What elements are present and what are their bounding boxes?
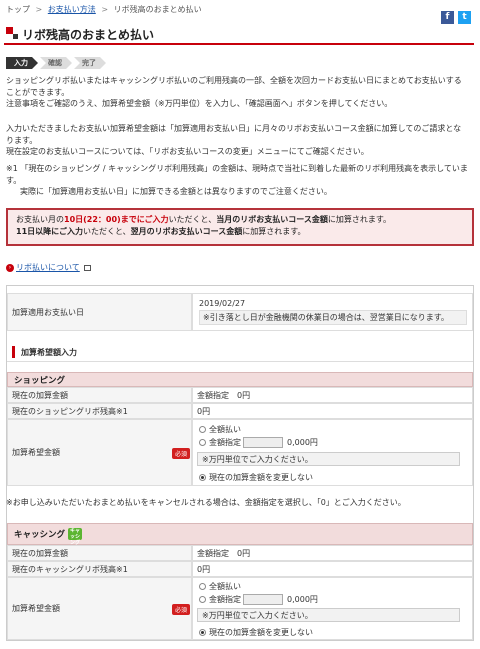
cashing-balance-label: 現在のキャッシングリボ残高※1 (7, 561, 192, 577)
required-badge: 必須 (172, 448, 191, 459)
step-indicator: 入力 確認 完了 (6, 57, 108, 69)
radio-button[interactable] (199, 439, 206, 446)
intro-text: ショッピングリボ払いまたはキャッシングリボ払いのご利用残高の一部、全額を次回カー… (6, 76, 462, 108)
radio-button-selected[interactable] (199, 474, 206, 481)
breadcrumb-top[interactable]: トップ (6, 5, 30, 14)
breadcrumb-separator: > (101, 5, 109, 14)
page-title-bar: リボ残高のおまとめ払い (4, 24, 474, 45)
cashing-amount-input[interactable] (243, 594, 283, 605)
arrow-circle-icon: › (6, 263, 14, 272)
external-window-icon (84, 264, 92, 271)
required-badge: 必須 (172, 604, 191, 615)
breadcrumb-current: リボ残高のおまとめ払い (113, 5, 202, 14)
shopping-amount-input[interactable] (243, 437, 283, 448)
radio-button[interactable] (199, 596, 206, 603)
radio-button[interactable] (199, 583, 206, 590)
cashing-current-add-value: 金額指定 0円 (192, 545, 473, 561)
cancel-note: ※お申し込みいただいたおまとめ払いをキャンセルされる場合は、金額指定を選択し、「… (6, 498, 406, 507)
title-mark-icon (6, 27, 18, 39)
cashing-amount-label: 加算希望金額 (7, 577, 192, 640)
radio-button[interactable] (199, 426, 206, 433)
shopping-option-specify[interactable]: 金額指定 0,000円 (199, 437, 318, 448)
shopping-current-add-label: 現在の加算金額 (7, 387, 192, 403)
shopping-balance-label: 現在のショッピングリボ残高※1 (7, 403, 192, 419)
date-label: 加算適用お支払い日 (7, 293, 192, 331)
breadcrumb-payment-method[interactable]: お支払い方法 (48, 5, 96, 14)
cashing-hint: ※万円単位でご入力ください。 (197, 608, 460, 622)
page-title: リボ残高のおまとめ払い (22, 28, 155, 42)
divider (7, 361, 473, 362)
date-cell: 2019/02/27 ※引き落とし日が金融機関の休業日の場合は、翌営業日になりま… (192, 293, 473, 331)
shopping-header: ショッピング (7, 372, 473, 387)
breadcrumb-separator: > (35, 5, 43, 14)
cashing-header: キャッシング キャッシング (7, 523, 473, 546)
note-balance: ※1 「現在のショッピング / キャッシングリボ利用残高」の金額は、現時点で当社… (6, 164, 468, 196)
shopping-balance-value: 0円 (192, 403, 473, 419)
facebook-icon[interactable]: f (441, 11, 454, 24)
twitter-icon[interactable]: t (458, 11, 471, 24)
revo-info-link[interactable]: › リボ払いについて (6, 262, 92, 273)
shopping-current-add-value: 金額指定 0円 (192, 387, 473, 403)
deadline-alert: お支払い月の10日(22：00)までにご入力いただくと、当月のリボお支払いコース… (6, 208, 474, 246)
breadcrumb: トップ > お支払い方法 > リボ残高のおまとめ払い (6, 4, 202, 15)
cashing-balance-value: 0円 (192, 561, 473, 577)
shopping-amount-label: 加算希望金額 (7, 419, 192, 486)
step-input: 入力 (6, 57, 38, 69)
shopping-hint: ※万円単位でご入力ください。 (197, 452, 460, 466)
cashing-option-specify[interactable]: 金額指定 0,000円 (199, 594, 318, 605)
radio-button-selected[interactable] (199, 629, 206, 636)
cashing-option-full[interactable]: 全額払い (199, 581, 241, 592)
shopping-option-keep[interactable]: 現在の加算金額を変更しない (199, 472, 313, 483)
info-text: 入力いただきましたお支払い加算希望金額は「加算適用お支払い日」に月々のリボお支払… (6, 124, 462, 156)
input-section-heading: 加算希望額入力 (12, 346, 77, 358)
date-note: ※引き落とし日が金融機関の休業日の場合は、翌営業日になります。 (199, 310, 467, 325)
cashing-option-keep[interactable]: 現在の加算金額を変更しない (199, 627, 313, 638)
shopping-option-full[interactable]: 全額払い (199, 424, 241, 435)
cashing-current-add-label: 現在の加算金額 (7, 545, 192, 561)
date-value: 2019/02/27 (199, 299, 246, 308)
cashing-badge-icon: キャッシング (68, 528, 83, 546)
step-complete: 完了 (74, 57, 106, 69)
step-confirm: 確認 (40, 57, 72, 69)
